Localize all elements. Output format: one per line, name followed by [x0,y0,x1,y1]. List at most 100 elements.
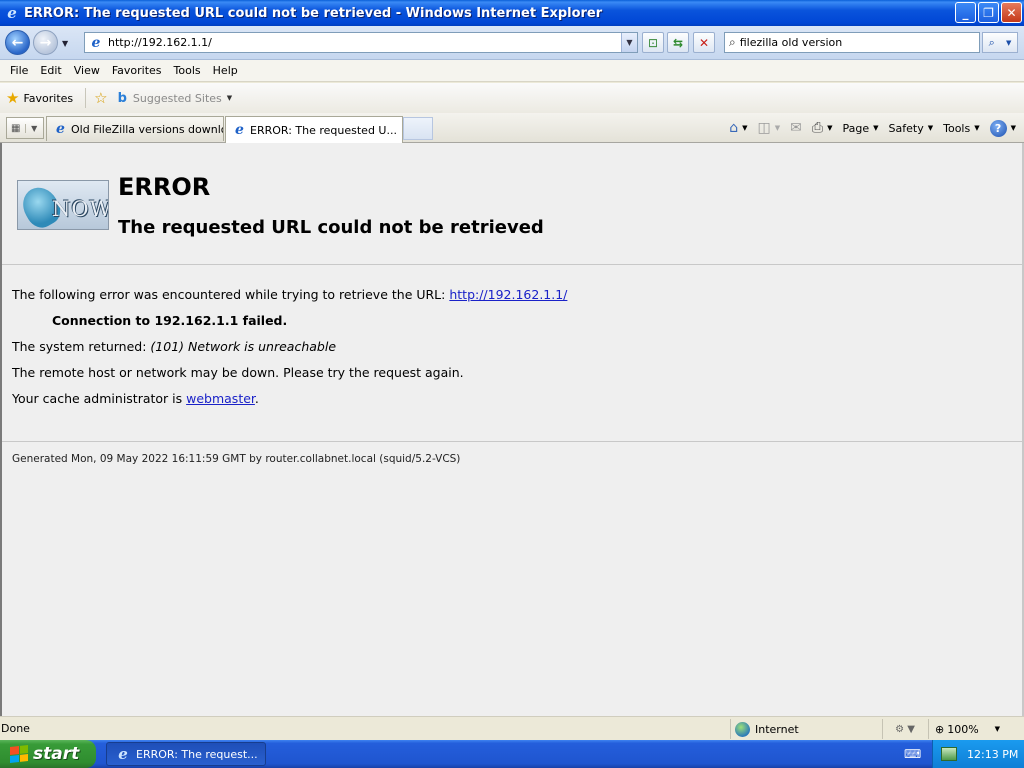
network-icon[interactable] [941,747,957,761]
help-button[interactable]: ? ▼ [986,118,1020,138]
favorites-bar: ★ Favorites ☆ b Suggested Sites ▼ [0,83,1024,113]
tab-filezilla[interactable]: e Old FileZilla versions download [46,116,224,141]
cache-admin-line: Your cache administrator is webmaster. [12,391,259,406]
navigation-bar: ← → ▼ e http://192.162.1.1/ ▼ ⊡ ⇆ ✕ ⌕ ⌕ … [0,26,1024,60]
tools-menu-label: Tools [943,121,971,135]
forward-button[interactable]: → [33,30,58,55]
system-tray: 12:13 PM [932,740,1024,768]
favorites-star-icon: ★ [6,89,20,107]
tab-list-dropdown-icon[interactable]: ▼ [24,123,44,133]
safety-menu[interactable]: Safety ▼ [885,118,938,138]
refresh-icon: ⇆ [672,35,684,50]
print-dropdown-icon[interactable]: ▼ [827,124,832,132]
status-text: Done [1,722,30,735]
error-url-line: The following error was encountered whil… [12,287,567,302]
add-to-favorites-icon[interactable]: ☆ [94,89,107,107]
menu-favorites[interactable]: Favorites [106,64,168,77]
zoom-control[interactable]: ⊕ 100% ▼ [928,719,1010,739]
suggested-sites-button[interactable]: b Suggested Sites ▼ [118,91,233,106]
cache-admin-suffix: . [254,391,259,406]
quick-tabs-icon: ▦ [11,122,21,134]
quick-tabs-button[interactable]: ▦ ▼ [6,117,44,139]
clock[interactable]: 12:13 PM [967,748,1018,761]
safety-dropdown-icon: ▼ [927,124,934,132]
window-title: ERROR: The requested URL could not be re… [24,5,603,21]
favorites-button[interactable]: ★ Favorites [0,89,73,107]
back-button[interactable]: ← [5,30,30,55]
keyboard-icon[interactable]: ⌨ [904,747,921,761]
bing-icon: b [117,90,127,106]
feeds-button[interactable]: ◫ ▼ [754,118,785,138]
start-label: start [33,744,80,764]
squid-logo: NOW [17,180,109,230]
zoom-icon: ⊕ [935,722,945,736]
zoom-dropdown-icon[interactable]: ▼ [995,725,1000,733]
tab-label: ERROR: The requested U... [250,123,397,137]
error-title: ERROR [118,173,211,201]
printer-icon: ⎙ [811,120,824,136]
menu-bar: File Edit View Favorites Tools Help [0,60,1024,82]
stop-icon: ✕ [698,35,710,50]
address-dropdown-icon[interactable]: ▼ [621,33,637,52]
menu-file[interactable]: File [4,64,34,77]
page-menu[interactable]: Page ▼ [839,118,883,138]
tab-label: Old FileZilla versions download [71,122,223,136]
start-button[interactable]: start [0,740,96,768]
refresh-button[interactable]: ⇆ [667,32,689,53]
remote-host-message: The remote host or network may be down. … [12,365,464,380]
history-dropdown-icon[interactable]: ▼ [62,39,68,48]
print-button[interactable]: ⎙ ▼ [808,118,837,138]
internet-globe-icon [735,721,750,737]
stop-button[interactable]: ✕ [693,32,715,53]
generated-footer: Generated Mon, 09 May 2022 16:11:59 GMT … [12,453,461,465]
compatibility-icon: ⊡ [647,35,659,50]
status-bar: Done Internet ⚙ ▼ ⊕ 100% ▼ [0,716,1024,740]
compatibility-view-button[interactable]: ⊡ [642,32,664,53]
page-content: NOW ERROR The requested URL could not be… [0,143,1024,716]
search-box[interactable]: ⌕ [724,32,980,53]
taskbar-item-ie[interactable]: e ERROR: The request... [106,742,266,766]
read-mail-button[interactable]: ✉ [786,118,806,138]
menu-edit[interactable]: Edit [34,64,67,77]
ie-taskbar-icon: e [118,745,128,763]
maximize-button[interactable]: ❐ [978,2,999,23]
footer-divider [2,441,1022,442]
tab-page-icon: e [235,122,244,138]
zone-label: Internet [755,722,799,736]
connection-failed-message: Connection to 192.162.1.1 failed. [52,313,288,328]
command-bar: ⌂ ▼ ◫ ▼ ✉ ⎙ ▼ Page ▼ Safety ▼ Tools ▼ ? ▼ [725,118,1020,138]
error-url-link[interactable]: http://192.162.1.1/ [449,287,567,302]
menu-help[interactable]: Help [207,64,244,77]
search-input[interactable] [739,36,960,49]
back-arrow-icon: ← [11,34,24,51]
address-bar[interactable]: e http://192.162.1.1/ ▼ [84,32,638,53]
favorites-label: Favorites [23,91,74,105]
home-dropdown-icon[interactable]: ▼ [742,124,747,132]
system-returned-line: The system returned: (101) Network is un… [12,339,336,354]
menu-view[interactable]: View [68,64,106,77]
tab-bar: ▦ ▼ e Old FileZilla versions download e … [0,113,1024,143]
taskbar: start e ERROR: The request... ⌨ 12:13 PM [0,740,1024,768]
tab-error[interactable]: e ERROR: The requested U... ✕ [225,116,403,143]
home-button[interactable]: ⌂ ▼ [725,118,751,138]
tools-menu[interactable]: Tools ▼ [939,118,984,138]
home-icon: ⌂ [729,120,739,136]
cache-admin-prefix: Your cache administrator is [12,391,187,406]
taskbar-item-label: ERROR: The request... [136,747,258,761]
protected-mode-button[interactable]: ⚙ ▼ [882,719,927,739]
search-options-dropdown-icon[interactable]: ▼ [1006,39,1011,47]
help-dropdown-icon: ▼ [1010,124,1016,132]
close-button[interactable]: ✕ [1001,2,1022,23]
mail-icon: ✉ [790,120,802,136]
menu-tools[interactable]: Tools [168,64,207,77]
windows-flag-icon [10,745,28,763]
error-header: NOW ERROR The requested URL could not be… [2,143,1022,265]
address-url[interactable]: http://192.162.1.1/ [108,36,212,49]
help-icon: ? [989,119,1007,137]
webmaster-link[interactable]: webmaster [186,391,255,406]
minimize-button[interactable]: _ [955,2,976,23]
search-button[interactable]: ⌕ ▼ [982,32,1018,53]
forward-arrow-icon: → [39,34,52,51]
security-zone[interactable]: Internet [730,719,880,739]
new-tab-button[interactable] [403,117,433,140]
